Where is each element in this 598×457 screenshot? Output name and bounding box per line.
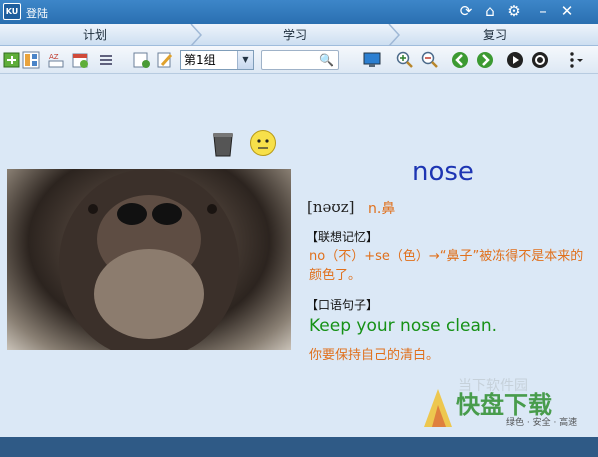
- next-icon[interactable]: [476, 51, 494, 69]
- layout-icon[interactable]: [22, 51, 40, 69]
- chevron-down-icon[interactable]: ▼: [237, 51, 253, 69]
- edit-icon[interactable]: [156, 51, 174, 69]
- example-sentence-zh: 你要保持自己的清白。: [309, 348, 440, 363]
- example-sentence-en: Keep your nose clean.: [309, 316, 498, 336]
- minimize-icon[interactable]: –: [534, 2, 552, 20]
- tab-review[interactable]: 复习: [400, 24, 590, 46]
- refresh-icon[interactable]: ⟳: [457, 2, 475, 20]
- search-input[interactable]: 🔍: [261, 50, 339, 70]
- word-image: [7, 169, 291, 350]
- add-card-icon[interactable]: [133, 51, 151, 69]
- search-icon[interactable]: 🔍: [319, 53, 334, 67]
- watermark-tagline: 绿色 · 安全 · 高速: [506, 418, 578, 428]
- import-icon[interactable]: [3, 51, 21, 69]
- sort-icon[interactable]: AZ: [48, 51, 66, 69]
- mode-tabs: 计划 学习 复习: [0, 24, 598, 46]
- watermark: 当下软件园 快盘下载 绿色 · 安全 · 高速: [410, 375, 598, 435]
- more-icon[interactable]: [566, 51, 584, 69]
- toolbar: AZ 第1组 ▼ 🔍: [0, 46, 598, 74]
- monitor-icon[interactable]: [363, 51, 381, 69]
- word-title: nose: [412, 157, 474, 187]
- tab-separator: [190, 24, 202, 46]
- smiley-icon[interactable]: [249, 129, 277, 161]
- gear-icon[interactable]: ⚙: [505, 2, 523, 20]
- watermark-logo: [424, 389, 452, 427]
- app-logo: KU: [3, 3, 21, 20]
- study-card-area: nose [nəʊz] n.鼻 【联想记忆】 no（不）+se（色）→“鼻子”被…: [0, 75, 598, 437]
- sentence-heading: 【口语句子】: [306, 298, 379, 312]
- calendar-icon[interactable]: [72, 51, 90, 69]
- previous-icon[interactable]: [451, 51, 469, 69]
- group-select[interactable]: 第1组 ▼: [180, 50, 254, 70]
- trash-icon[interactable]: [212, 131, 234, 161]
- close-icon[interactable]: ✕: [558, 2, 576, 20]
- phonetic: [nəʊz]: [307, 198, 355, 216]
- timer-icon[interactable]: [531, 51, 549, 69]
- window-title: 登陆: [26, 7, 48, 20]
- group-select-value: 第1组: [184, 53, 216, 67]
- title-bar: KU 登陆 ⟳ ⌂ ⚙ – ✕: [0, 0, 598, 24]
- zoom-out-icon[interactable]: [421, 51, 439, 69]
- zoom-in-icon[interactable]: [396, 51, 414, 69]
- part-of-speech: n.鼻: [368, 201, 396, 217]
- status-bar: [0, 437, 598, 457]
- tab-study[interactable]: 学习: [202, 24, 388, 46]
- association-heading: 【联想记忆】: [306, 230, 379, 244]
- tab-separator: [388, 24, 400, 46]
- tab-plan[interactable]: 计划: [0, 24, 190, 46]
- home-icon[interactable]: ⌂: [481, 2, 499, 20]
- play-icon[interactable]: [506, 51, 524, 69]
- association-text: no（不）+se（色）→“鼻子”被冻得不是本来的颜色了。: [309, 249, 584, 283]
- list-icon[interactable]: [98, 51, 116, 69]
- svg-text:AZ: AZ: [49, 53, 59, 61]
